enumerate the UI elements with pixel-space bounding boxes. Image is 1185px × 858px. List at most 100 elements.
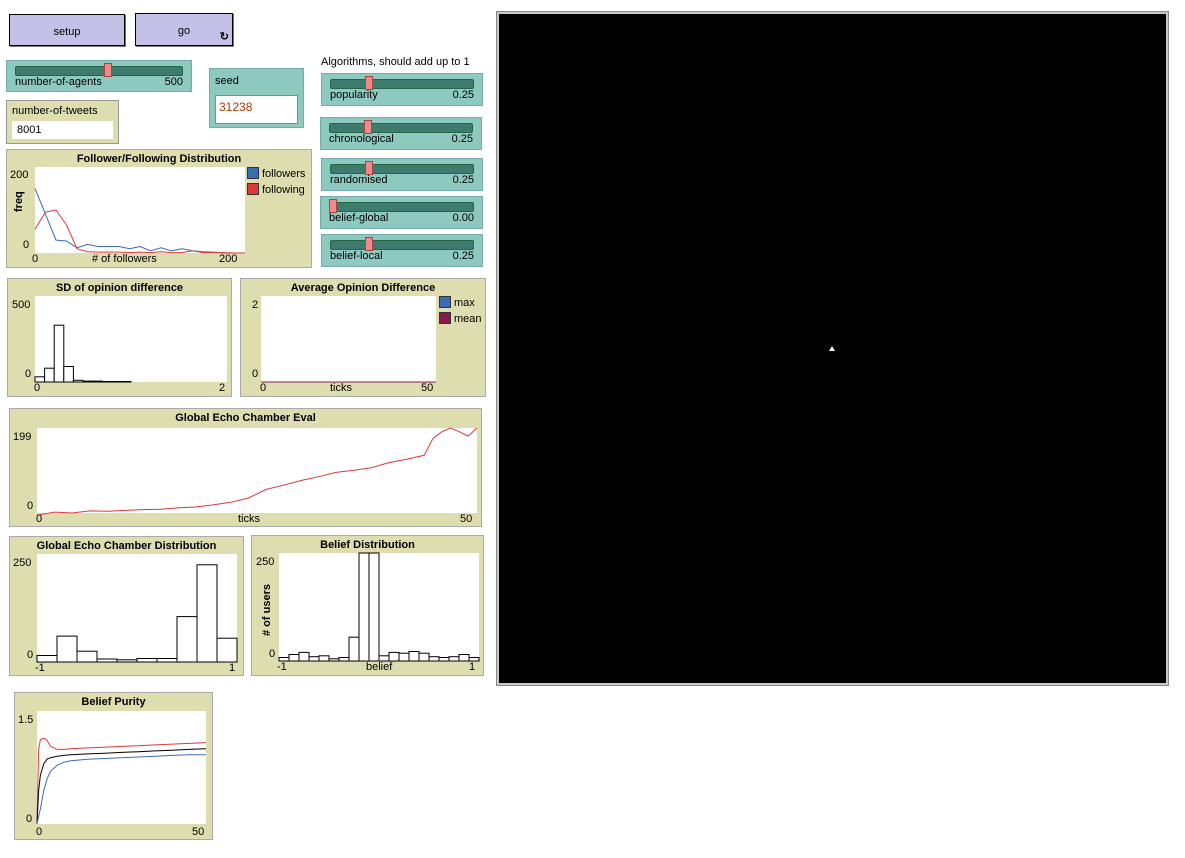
slider-thumb[interactable] [364, 237, 373, 251]
histogram-bar [101, 381, 113, 383]
series-line-2 [36, 754, 206, 825]
plot-average-opinion-difference: Average Opinion Difference 2 0 0 ticks 5… [240, 278, 486, 397]
y-min-label: 0 [25, 368, 32, 380]
legend-swatch [439, 296, 451, 308]
purity-chart-svg [36, 737, 207, 825]
plot-belief-distribution: Belief Distribution 250 0 # of users -1 … [251, 535, 484, 676]
plot-title: SD of opinion difference [55, 282, 184, 294]
plot-title: Global Echo Chamber Eval [175, 412, 316, 424]
histogram-bar [53, 324, 65, 383]
histogram-bar [438, 657, 450, 662]
histogram-bar [216, 637, 238, 663]
series-line-0 [36, 737, 207, 821]
slider-thumb[interactable] [364, 76, 373, 90]
plot-title: Follower/Following Distribution [76, 153, 242, 165]
plot-global-echo-chamber-distribution: Global Echo Chamber Distribution 250 0 -… [9, 536, 244, 676]
slider-value: 500 [164, 76, 183, 88]
x-min-label: 0 [34, 382, 41, 394]
y-max-label: 250 [13, 557, 32, 569]
plot-title: Average Opinion Difference [290, 282, 436, 294]
series-line-0 [34, 188, 245, 254]
plot-area [34, 167, 245, 254]
slider-number-of-agents[interactable]: number-of-agents 500 [6, 60, 192, 92]
histogram-bar [136, 658, 158, 663]
slider-thumb[interactable] [364, 161, 373, 175]
histogram-bar [318, 655, 330, 662]
slider-track [329, 202, 474, 212]
slider-track [330, 240, 474, 250]
x-max-label: 1 [229, 662, 236, 674]
x-max-label: 50 [421, 382, 434, 394]
seed-input-box: seed 31238 [209, 68, 304, 128]
y-max-label: 250 [256, 556, 275, 568]
x-min-label: -1 [277, 661, 287, 673]
histogram-bar [92, 380, 103, 383]
monitor-label: number-of-tweets [12, 105, 98, 117]
histogram-bar [288, 654, 300, 662]
x-min-label: 0 [32, 253, 39, 265]
plot-area [261, 296, 436, 383]
x-min-label: 0 [260, 382, 267, 394]
seed-value: 31238 [219, 100, 253, 114]
histogram-bar [96, 658, 118, 663]
setup-button[interactable]: setup [9, 14, 125, 46]
legend-swatch [439, 312, 451, 324]
histogram-bar [156, 658, 178, 663]
legend-following: following [247, 183, 305, 196]
monitor-value: 8001 [17, 124, 42, 136]
go-button[interactable]: go ↻ [135, 13, 233, 46]
series-line-0 [36, 427, 478, 516]
seed-label: seed [215, 75, 239, 87]
y-max-label: 500 [12, 299, 31, 311]
y-max-label: 2 [252, 299, 259, 311]
legend-swatch [247, 183, 259, 195]
slider-thumb[interactable] [329, 199, 337, 213]
histogram-bar [428, 656, 440, 662]
slider-popularity[interactable]: popularity 0.25 [321, 73, 483, 106]
seed-input[interactable]: 31238 [215, 95, 298, 124]
histogram-bar [298, 651, 310, 662]
avg-chart-svg [261, 381, 436, 383]
slider-thumb[interactable] [363, 120, 372, 134]
y-min-label: 0 [269, 648, 276, 660]
forever-icon: ↻ [219, 31, 229, 43]
x-min-label: 0 [36, 826, 43, 838]
histogram-bar [408, 651, 420, 662]
y-max-label: 1.5 [18, 714, 34, 726]
world-view[interactable] [496, 11, 1169, 686]
x-min-label: 0 [36, 513, 43, 525]
histogram-bar [120, 381, 132, 383]
plot-title: Belief Purity [81, 696, 146, 708]
y-max-label: 200 [10, 169, 29, 181]
setup-button-label: setup [53, 26, 81, 38]
turtle-arrow-icon [829, 346, 835, 351]
slider-value: 0.00 [452, 212, 474, 224]
sd-chart-svg [34, 324, 132, 383]
legend-max: max [439, 296, 475, 309]
histogram-bar [338, 657, 350, 662]
x-axis-label: # of followers [92, 253, 157, 265]
series-line-1 [36, 748, 207, 825]
legend-label: following [262, 184, 305, 196]
x-axis-label: belief [366, 661, 393, 673]
slider-thumb[interactable] [104, 63, 113, 77]
legend-label: max [454, 297, 475, 309]
y-min-label: 0 [252, 368, 259, 380]
y-min-label: 0 [27, 649, 34, 661]
echo-dist-chart-svg [36, 564, 238, 663]
slider-randomised[interactable]: randomised 0.25 [321, 158, 483, 191]
legend-swatch [247, 167, 259, 179]
plot-title: Global Echo Chamber Distribution [36, 540, 217, 552]
legend-followers: followers [247, 167, 305, 180]
histogram-bar [82, 380, 94, 383]
slider-belief-global[interactable]: belief-global 0.00 [320, 196, 483, 229]
histogram-bar [111, 381, 122, 383]
slider-belief-local[interactable]: belief-local 0.25 [321, 234, 483, 267]
slider-label: randomised [330, 174, 388, 186]
y-max-label: 199 [13, 431, 32, 443]
histogram-bar [418, 652, 430, 662]
slider-value: 0.25 [452, 250, 474, 262]
slider-chronological[interactable]: chronological 0.25 [320, 117, 482, 150]
go-button-label: go [177, 25, 191, 37]
histogram-bar [308, 656, 320, 662]
